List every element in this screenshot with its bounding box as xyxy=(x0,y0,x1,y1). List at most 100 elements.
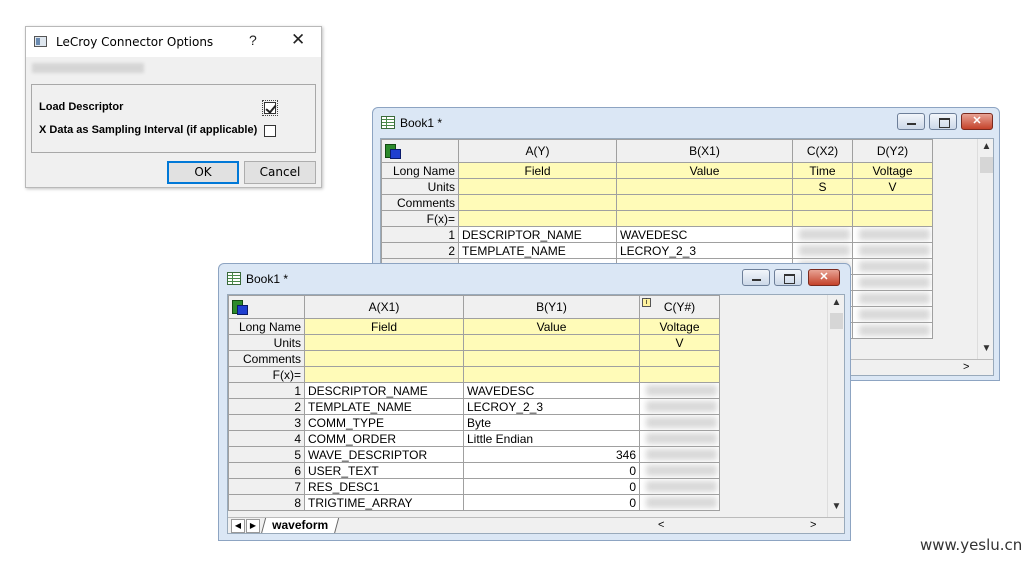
blurred-cell[interactable] xyxy=(639,430,720,447)
row-number[interactable]: 2 xyxy=(228,398,305,415)
blurred-cell[interactable] xyxy=(639,382,720,399)
meta-cell[interactable] xyxy=(616,178,793,195)
close-window-button[interactable] xyxy=(961,113,993,130)
book-window-front[interactable]: Book1 * A(X1) B(Y1) i C(Y#) Long Name Fi… xyxy=(218,263,851,541)
table-cell[interactable]: 346 xyxy=(463,446,640,463)
meta-cell[interactable] xyxy=(852,210,933,227)
column-header[interactable]: D(Y2) xyxy=(852,139,933,163)
table-cell[interactable]: 0 xyxy=(463,462,640,479)
scroll-thumb[interactable] xyxy=(830,313,843,329)
load-descriptor-checkbox[interactable] xyxy=(262,100,278,116)
table-cell[interactable]: WAVE_DESCRIPTOR xyxy=(304,446,464,463)
row-number[interactable]: 1 xyxy=(228,382,305,399)
row-number[interactable]: 1 xyxy=(381,226,459,243)
blurred-cell[interactable] xyxy=(639,478,720,495)
table-cell[interactable]: 0 xyxy=(463,494,640,511)
meta-cell[interactable] xyxy=(852,194,933,211)
blurred-cell[interactable] xyxy=(852,258,933,275)
table-cell[interactable]: Little Endian xyxy=(463,430,640,447)
scroll-right-arrow[interactable]: > xyxy=(963,361,969,373)
meta-cell[interactable] xyxy=(463,350,640,367)
column-header[interactable]: A(Y) xyxy=(458,139,617,163)
x-sampling-interval-checkbox[interactable] xyxy=(264,125,276,137)
close-window-button[interactable] xyxy=(808,269,840,286)
blurred-cell[interactable] xyxy=(852,306,933,323)
horizontal-scrollbar[interactable]: > xyxy=(851,359,993,375)
table-cell[interactable]: TEMPLATE_NAME xyxy=(458,242,617,259)
table-cell[interactable]: WAVEDESC xyxy=(616,226,793,243)
meta-cell[interactable]: Voltage xyxy=(852,162,933,179)
blurred-cell[interactable] xyxy=(852,290,933,307)
table-cell[interactable]: TRIGTIME_ARRAY xyxy=(304,494,464,511)
row-number[interactable]: 3 xyxy=(228,414,305,431)
sheet-tab-waveform[interactable]: waveform xyxy=(260,518,340,533)
meta-cell[interactable]: Value xyxy=(616,162,793,179)
meta-cell[interactable] xyxy=(458,194,617,211)
table-cell[interactable]: COMM_ORDER xyxy=(304,430,464,447)
meta-cell[interactable]: V xyxy=(639,334,720,351)
table-cell[interactable]: DESCRIPTOR_NAME xyxy=(304,382,464,399)
column-header[interactable]: B(X1) xyxy=(616,139,793,163)
blurred-cell[interactable] xyxy=(792,242,853,259)
vertical-scrollbar[interactable]: ▲ ▼ xyxy=(827,295,844,517)
blurred-cell[interactable] xyxy=(639,462,720,479)
blurred-cell[interactable] xyxy=(792,226,853,243)
close-button[interactable]: ✕ xyxy=(291,30,305,50)
scroll-down-arrow[interactable]: ▼ xyxy=(828,501,844,512)
scroll-up-arrow[interactable]: ▲ xyxy=(828,297,844,308)
meta-cell[interactable] xyxy=(304,366,464,383)
column-header[interactable]: C(X2) xyxy=(792,139,853,163)
meta-cell[interactable]: Time xyxy=(792,162,853,179)
table-cell[interactable]: COMM_TYPE xyxy=(304,414,464,431)
row-number[interactable]: 5 xyxy=(228,446,305,463)
table-cell[interactable]: 0 xyxy=(463,478,640,495)
table-cell[interactable]: LECROY_2_3 xyxy=(616,242,793,259)
scroll-right-arrow[interactable]: > xyxy=(810,519,816,531)
meta-cell[interactable] xyxy=(616,210,793,227)
blurred-cell[interactable] xyxy=(852,226,933,243)
blurred-cell[interactable] xyxy=(852,242,933,259)
blurred-cell[interactable] xyxy=(639,446,720,463)
blurred-cell[interactable] xyxy=(639,414,720,431)
minimize-button[interactable] xyxy=(897,113,925,130)
scroll-thumb[interactable] xyxy=(980,157,993,173)
restore-button[interactable] xyxy=(774,269,802,286)
meta-cell[interactable] xyxy=(463,334,640,351)
row-number[interactable]: 7 xyxy=(228,478,305,495)
blurred-cell[interactable] xyxy=(639,398,720,415)
blurred-cell[interactable] xyxy=(852,274,933,291)
table-cell[interactable]: RES_DESC1 xyxy=(304,478,464,495)
scroll-up-arrow[interactable]: ▲ xyxy=(978,141,993,152)
minimize-button[interactable] xyxy=(742,269,770,286)
meta-cell[interactable]: Voltage xyxy=(639,318,720,335)
meta-cell[interactable] xyxy=(458,178,617,195)
meta-cell[interactable]: V xyxy=(852,178,933,195)
meta-cell[interactable] xyxy=(792,194,853,211)
meta-cell[interactable] xyxy=(792,210,853,227)
vertical-scrollbar[interactable]: ▲ ▼ xyxy=(977,139,993,359)
column-header[interactable]: i C(Y#) xyxy=(639,295,720,319)
meta-cell[interactable]: Value xyxy=(463,318,640,335)
meta-cell[interactable] xyxy=(463,366,640,383)
table-cell[interactable]: Byte xyxy=(463,414,640,431)
scroll-left-arrow[interactable]: < xyxy=(658,519,664,531)
meta-cell[interactable]: S xyxy=(792,178,853,195)
grid-corner[interactable] xyxy=(381,139,459,163)
table-cell[interactable]: WAVEDESC xyxy=(463,382,640,399)
meta-cell[interactable] xyxy=(639,366,720,383)
meta-cell[interactable] xyxy=(616,194,793,211)
meta-cell[interactable] xyxy=(458,210,617,227)
worksheet-grid[interactable]: A(X1) B(Y1) i C(Y#) Long Name Field Valu… xyxy=(227,294,845,534)
meta-cell[interactable] xyxy=(304,350,464,367)
tab-nav-left[interactable]: ◀ xyxy=(231,519,245,533)
column-header[interactable]: A(X1) xyxy=(304,295,464,319)
table-cell[interactable]: LECROY_2_3 xyxy=(463,398,640,415)
row-number[interactable]: 2 xyxy=(381,242,459,259)
meta-cell[interactable] xyxy=(639,350,720,367)
row-number[interactable]: 8 xyxy=(228,494,305,511)
table-cell[interactable]: USER_TEXT xyxy=(304,462,464,479)
restore-button[interactable] xyxy=(929,113,957,130)
table-cell[interactable]: TEMPLATE_NAME xyxy=(304,398,464,415)
meta-cell[interactable] xyxy=(304,334,464,351)
meta-cell[interactable]: Field xyxy=(304,318,464,335)
